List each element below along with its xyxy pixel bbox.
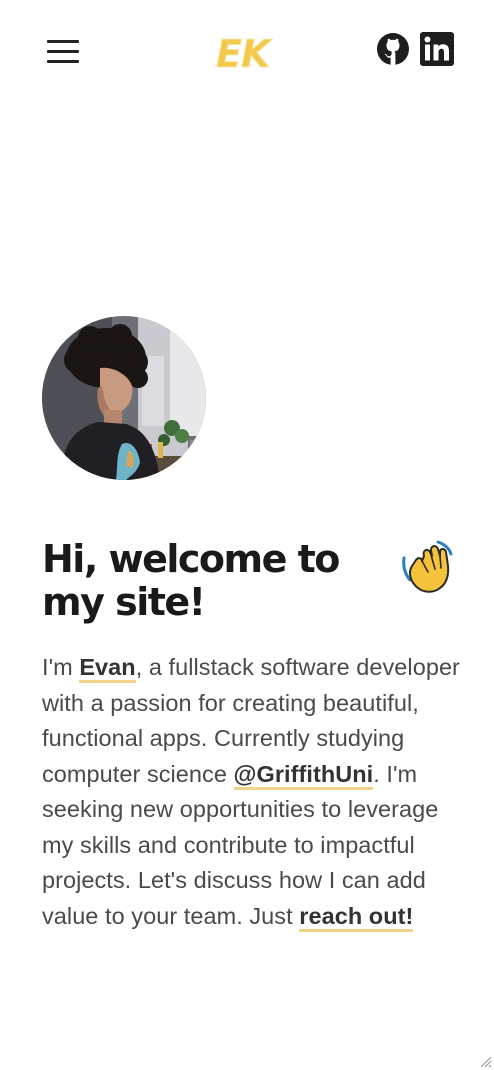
site-header: EK bbox=[0, 0, 494, 100]
reach-out-link[interactable]: reach out! bbox=[299, 902, 414, 932]
github-icon[interactable] bbox=[376, 32, 410, 66]
hamburger-menu-icon[interactable] bbox=[44, 34, 84, 68]
page-title: Hi, welcome to my site! bbox=[42, 537, 340, 624]
griffith-uni-link[interactable]: @GriffithUni bbox=[233, 760, 374, 790]
intro-paragraph: I'm Evan, a fullstack software developer… bbox=[42, 650, 460, 934]
name-link[interactable]: Evan bbox=[79, 654, 136, 683]
svg-text:EK: EK bbox=[216, 32, 273, 76]
social-links bbox=[376, 32, 454, 66]
ek-logo[interactable]: EK bbox=[210, 28, 286, 77]
hero-section: Hi, welcome to my site! I'm Evan, a full… bbox=[42, 538, 462, 934]
resize-grip-icon[interactable] bbox=[478, 1054, 492, 1068]
linkedin-icon[interactable] bbox=[420, 32, 454, 66]
avatar bbox=[42, 316, 206, 480]
waving-hand-icon bbox=[402, 540, 453, 593]
